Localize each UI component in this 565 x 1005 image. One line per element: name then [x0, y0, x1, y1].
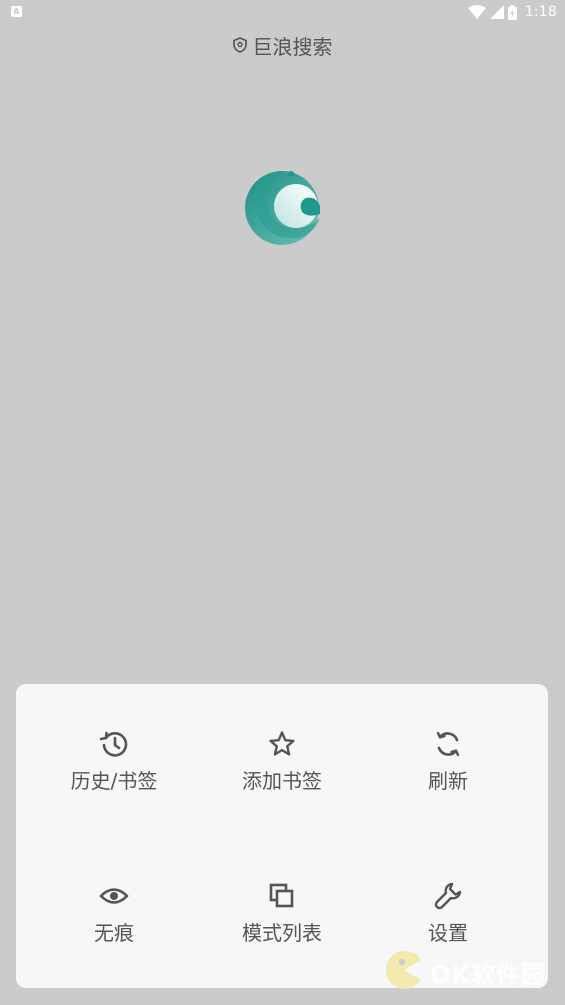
menu-item-label: 无痕 — [94, 921, 134, 945]
menu-item-incognito[interactable]: 无痕 — [34, 881, 194, 961]
watermark-logo-icon — [384, 950, 424, 994]
layers-icon — [267, 881, 297, 911]
watermark: OK软件园 — [384, 950, 554, 994]
menu-item-label: 刷新 — [428, 769, 468, 793]
menu-item-add-bookmark[interactable]: 添加书签 — [202, 729, 362, 809]
menu-item-label: 设置 — [428, 921, 468, 945]
wifi-icon — [467, 5, 486, 19]
menu-item-refresh[interactable]: 刷新 — [368, 729, 528, 809]
notification-icon: A — [11, 6, 22, 17]
menu-sheet: 历史/书签 添加书签 刷新 无痕 模式列表 设置 — [16, 684, 548, 988]
page-title: 巨浪搜索 — [252, 34, 333, 59]
watermark-text: OK软件园 — [430, 960, 546, 989]
eye-icon — [99, 881, 129, 911]
shield-icon — [232, 37, 247, 53]
status-icons: 1:18 — [467, 3, 557, 21]
menu-item-mode-list[interactable]: 模式列表 — [202, 881, 362, 961]
wrench-icon — [433, 881, 463, 911]
menu-item-label: 添加书签 — [242, 769, 322, 793]
page-header: 巨浪搜索 — [0, 30, 565, 60]
status-bar: A 1:18 — [0, 0, 565, 24]
battery-icon — [507, 4, 517, 20]
refresh-icon — [433, 729, 463, 759]
status-time: 1:18 — [524, 4, 557, 20]
star-icon — [267, 729, 297, 759]
menu-item-label: 历史/书签 — [70, 769, 158, 793]
app-logo — [236, 166, 328, 250]
history-icon — [99, 729, 129, 759]
menu-item-history[interactable]: 历史/书签 — [34, 729, 194, 809]
signal-icon — [489, 5, 504, 19]
menu-item-label: 模式列表 — [242, 921, 322, 945]
menu-item-settings[interactable]: 设置 — [368, 881, 528, 961]
